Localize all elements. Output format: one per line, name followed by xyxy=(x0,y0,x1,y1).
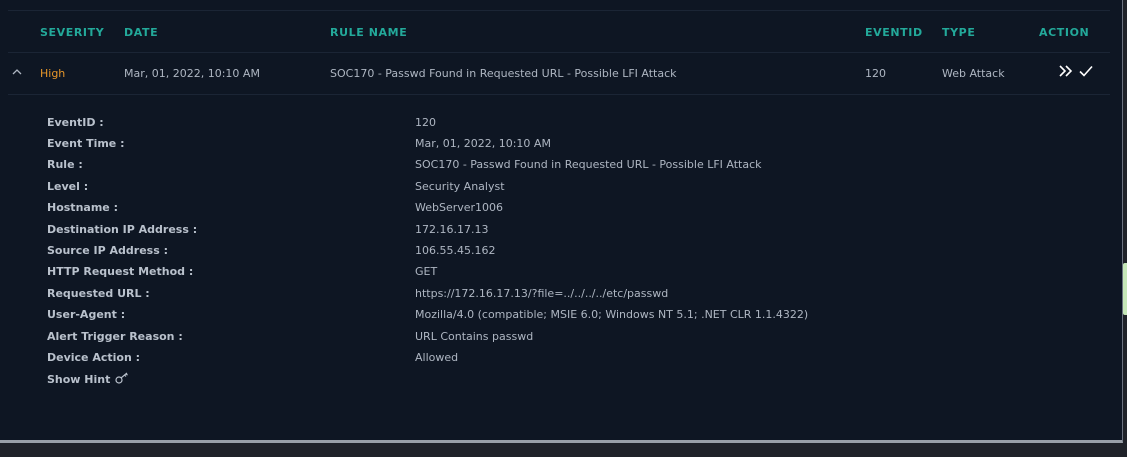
double-chevron-right-icon[interactable] xyxy=(1058,63,1074,79)
header-action: ACTION xyxy=(1039,26,1090,39)
detail-value: Security Analyst xyxy=(415,180,505,193)
alert-type: Web Attack xyxy=(942,67,1005,80)
detail-label: Requested URL : xyxy=(47,287,150,300)
key-icon xyxy=(115,372,129,387)
detail-label: User-Agent : xyxy=(47,308,126,321)
detail-label: Rule : xyxy=(47,158,83,171)
detail-value: WebServer1006 xyxy=(415,201,504,214)
show-hint-label: Show Hint xyxy=(47,373,111,386)
detail-label: Level : xyxy=(47,180,89,193)
alert-eventid: 120 xyxy=(865,67,886,80)
detail-value: https://172.16.17.13/?file=../../../../e… xyxy=(415,287,669,300)
detail-label: Event Time : xyxy=(47,137,125,150)
divider xyxy=(8,10,1110,11)
detail-label: Alert Trigger Reason : xyxy=(47,330,183,343)
detail-label: Device Action : xyxy=(47,351,141,364)
severity-badge: High xyxy=(40,67,66,80)
alert-rule-name: SOC170 - Passwd Found in Requested URL -… xyxy=(330,67,677,80)
header-type[interactable]: TYPE xyxy=(942,26,975,39)
detail-value: Mozilla/4.0 (compatible; MSIE 6.0; Windo… xyxy=(415,308,809,321)
header-eventid[interactable]: EVENTID xyxy=(865,26,923,39)
alert-panel: SEVERITY DATE RULE NAME EVENTID TYPE ACT… xyxy=(0,0,1123,443)
detail-label: Source IP Address : xyxy=(47,244,168,257)
chevron-up-icon[interactable] xyxy=(10,64,24,78)
alert-date: Mar, 01, 2022, 10:10 AM xyxy=(124,67,260,80)
show-hint-button[interactable]: Show Hint xyxy=(47,372,129,387)
header-rule-name[interactable]: RULE NAME xyxy=(330,26,407,39)
detail-value: Mar, 01, 2022, 10:10 AM xyxy=(415,137,551,150)
divider xyxy=(8,52,1110,53)
check-icon[interactable] xyxy=(1078,63,1094,79)
detail-value: GET xyxy=(415,265,438,278)
detail-value: 172.16.17.13 xyxy=(415,223,489,236)
detail-label: Destination IP Address : xyxy=(47,223,198,236)
detail-value: SOC170 - Passwd Found in Requested URL -… xyxy=(415,158,762,171)
detail-label: Hostname : xyxy=(47,201,118,214)
detail-value: 120 xyxy=(415,116,436,129)
detail-label: EventID : xyxy=(47,116,104,129)
detail-value: Allowed xyxy=(415,351,459,364)
side-scroll-handle[interactable] xyxy=(1123,263,1127,315)
row-actions xyxy=(1058,63,1094,79)
header-date[interactable]: DATE xyxy=(124,26,158,39)
header-severity[interactable]: SEVERITY xyxy=(40,26,104,39)
detail-value: 106.55.45.162 xyxy=(415,244,496,257)
detail-value: URL Contains passwd xyxy=(415,330,534,343)
divider xyxy=(8,94,1110,95)
detail-label: HTTP Request Method : xyxy=(47,265,194,278)
